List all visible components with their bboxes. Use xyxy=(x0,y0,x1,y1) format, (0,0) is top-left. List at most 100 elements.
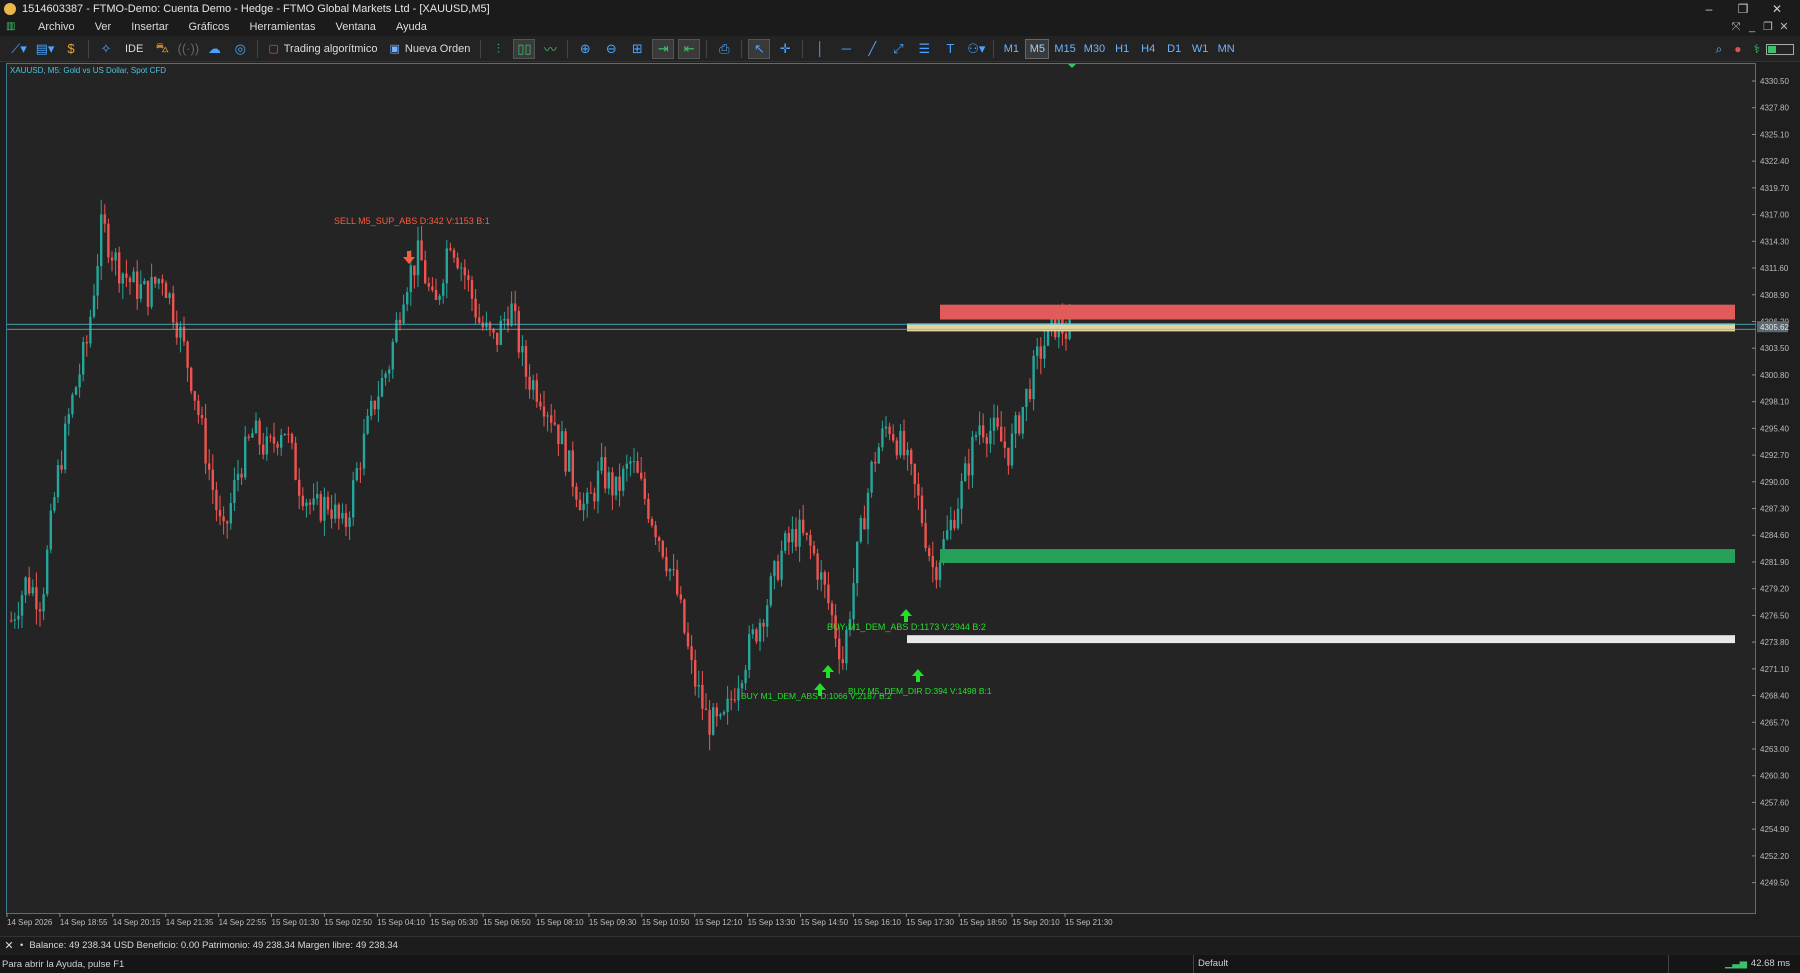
candle-body xyxy=(830,603,834,616)
chart-shift-marker[interactable] xyxy=(1068,64,1076,68)
candle-body xyxy=(362,433,366,469)
candle-body xyxy=(967,463,970,476)
candle-body xyxy=(208,463,211,470)
price-chart[interactable]: 4330.50 4327.80 4325.10 4322.40 4319.70 4317.… xyxy=(0,0,1800,973)
support-zone[interactable] xyxy=(907,635,1735,644)
candle-body xyxy=(398,319,402,324)
candle-body xyxy=(560,431,564,445)
supply-zone[interactable] xyxy=(907,323,1735,332)
candle-body xyxy=(452,250,456,258)
candle-body xyxy=(1021,407,1024,434)
candle-body xyxy=(805,532,808,535)
symbol-label: XAUUSD, M5: Gold vs US Dollar, Spot CFD xyxy=(10,66,167,75)
candle-body xyxy=(708,710,711,735)
candle-body xyxy=(384,373,387,379)
candle-body xyxy=(784,533,787,551)
candle-body xyxy=(290,434,294,443)
candle-body xyxy=(190,367,193,392)
candle-body xyxy=(546,415,549,417)
candle-body xyxy=(971,436,974,476)
candle-body xyxy=(236,473,240,480)
candle-body xyxy=(974,435,978,437)
candle-body xyxy=(841,659,844,664)
candle-body xyxy=(935,567,938,580)
candle-body xyxy=(953,519,956,529)
candle-body xyxy=(431,286,434,290)
candle-body xyxy=(121,273,124,284)
candle-body xyxy=(982,425,985,438)
price-tick-label: 4327.80 xyxy=(1760,104,1789,113)
candle-body xyxy=(604,457,607,489)
candle-body xyxy=(60,465,63,470)
candle-body xyxy=(1025,388,1028,408)
candle-body xyxy=(568,450,571,472)
candle-body xyxy=(128,277,132,283)
candle-body xyxy=(812,545,816,554)
connection-status[interactable]: ▁▃▅ 42.68 ms xyxy=(1725,958,1790,969)
profile-name[interactable]: Default xyxy=(1198,958,1228,969)
account-summary: Balance: 49 238.34 USD Beneficio: 0.00 P… xyxy=(29,940,398,951)
toolbox-close-icon[interactable]: ✕ xyxy=(2,939,16,952)
time-tick-label: 15 Sep 14:50 xyxy=(801,918,849,927)
candle-body xyxy=(355,468,358,481)
time-tick-label: 15 Sep 05:30 xyxy=(430,918,478,927)
candle-body xyxy=(521,346,524,353)
candle-body xyxy=(820,572,823,580)
candle-body xyxy=(380,378,384,397)
help-bar: Para abrir la Ayuda, pulse F1 Default ▁▃… xyxy=(0,955,1800,973)
candle-body xyxy=(226,521,229,524)
candle-body xyxy=(575,486,578,500)
candle-body xyxy=(888,426,891,435)
ping-value: 42.68 ms xyxy=(1750,958,1790,969)
candle-body xyxy=(632,461,636,463)
price-tick-label: 4303.50 xyxy=(1760,344,1789,353)
price-tick-label: 4260.30 xyxy=(1760,772,1789,781)
time-tick-label: 14 Sep 2026 xyxy=(7,918,53,927)
price-tick-label: 4252.20 xyxy=(1760,852,1789,861)
demand-zone[interactable] xyxy=(940,549,1735,563)
candle-body xyxy=(989,430,992,444)
candle-body xyxy=(348,517,351,527)
connection-bars-icon: ▁▃▅ xyxy=(1725,958,1747,969)
candle-body xyxy=(712,707,715,735)
time-tick-label: 14 Sep 18:55 xyxy=(60,918,108,927)
price-tick-label: 4314.30 xyxy=(1760,237,1789,246)
candle-body xyxy=(528,376,531,390)
price-tick-label: 4290.00 xyxy=(1760,478,1789,487)
candle-body xyxy=(672,569,675,571)
candle-body xyxy=(719,714,722,717)
price-tick-label: 4284.60 xyxy=(1760,531,1789,540)
candle-body xyxy=(449,248,452,251)
candle-body xyxy=(370,400,373,416)
candle-body xyxy=(517,311,520,353)
candle-body xyxy=(269,436,272,438)
candle-body xyxy=(326,496,330,510)
candle-body xyxy=(222,516,225,522)
candle-body xyxy=(434,289,438,300)
price-tick-label: 4273.80 xyxy=(1760,638,1789,647)
candle-body xyxy=(762,622,765,627)
time-tick-label: 15 Sep 17:30 xyxy=(906,918,954,927)
candle-body xyxy=(254,420,258,434)
candle-body xyxy=(215,489,218,511)
candle-body xyxy=(474,298,477,318)
candle-body xyxy=(683,599,686,633)
candle-body xyxy=(316,494,319,499)
candle-body xyxy=(172,293,175,323)
candle-body xyxy=(96,266,99,296)
candle-body xyxy=(510,303,513,326)
candle-body xyxy=(229,503,232,524)
candle-body xyxy=(42,594,45,612)
candle-body xyxy=(758,622,762,642)
candle-body xyxy=(550,415,553,423)
candle-body xyxy=(146,280,150,307)
candle-body xyxy=(31,587,34,594)
candle-body xyxy=(344,512,348,527)
price-tick-label: 4281.90 xyxy=(1760,558,1789,567)
candle-body xyxy=(755,629,758,642)
candle-body xyxy=(89,316,92,344)
candle-body xyxy=(218,510,222,517)
candle-body xyxy=(312,498,315,505)
resistance-zone[interactable] xyxy=(940,304,1735,320)
candle-body xyxy=(640,472,643,479)
